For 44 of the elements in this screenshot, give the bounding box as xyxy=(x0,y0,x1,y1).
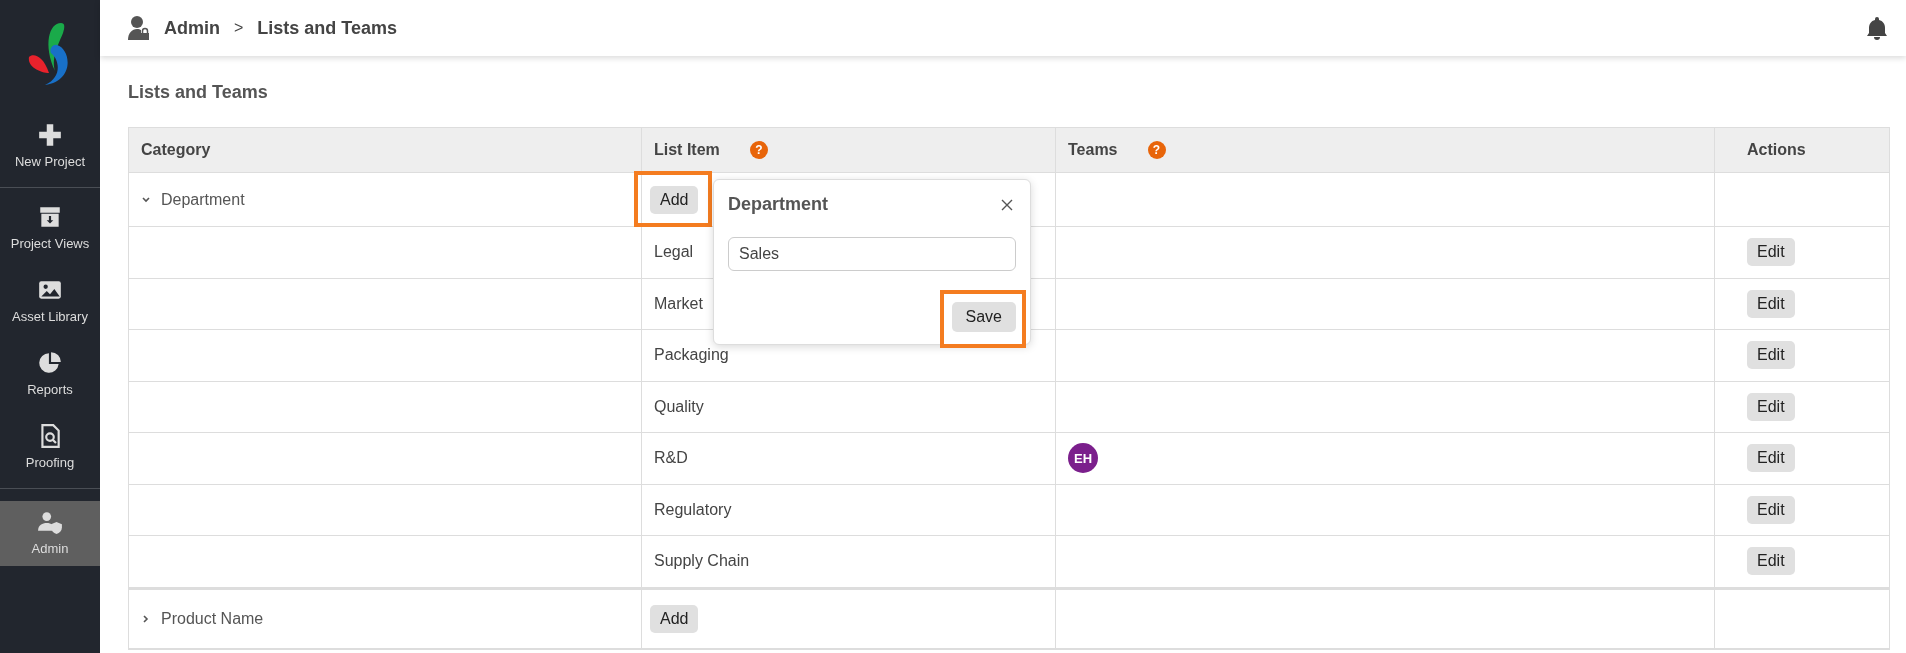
user-lock-icon xyxy=(128,15,150,41)
list-item-name: Supply Chain xyxy=(654,552,750,571)
team-avatar[interactable]: EH xyxy=(1068,443,1098,474)
column-header: List Item xyxy=(654,141,720,159)
column-header: Actions xyxy=(1747,141,1806,159)
plus-icon xyxy=(37,122,63,148)
category-name: Product Name xyxy=(161,609,264,628)
sidebar-item[interactable]: New Project xyxy=(0,110,100,183)
column-header: Category xyxy=(141,141,211,159)
column-header: Teams xyxy=(1068,141,1118,159)
edit-button[interactable]: Edit xyxy=(1747,495,1795,524)
sidebar-item[interactable]: Proofing xyxy=(0,411,100,484)
breadcrumb-item: Lists and Teams xyxy=(257,17,398,39)
edit-button[interactable]: Edit xyxy=(1747,341,1795,370)
list-item-name: Market xyxy=(654,294,703,313)
list-item-name: Legal xyxy=(654,243,694,262)
bell-icon[interactable] xyxy=(1866,16,1888,40)
sidebar-item[interactable]: Asset Library xyxy=(0,265,100,338)
list-item-name: R&D xyxy=(654,449,688,468)
save-button[interactable]: Save xyxy=(951,302,1016,332)
breadcrumb-item[interactable]: Admin xyxy=(164,17,220,39)
pie-chart-icon xyxy=(37,350,63,376)
add-button[interactable]: Add xyxy=(650,604,699,633)
archive-icon xyxy=(37,204,63,230)
list-item-name: Regulatory xyxy=(654,500,732,519)
chevron-down-icon[interactable] xyxy=(141,194,151,205)
breadcrumb-separator: > xyxy=(234,19,244,37)
edit-button[interactable]: Edit xyxy=(1747,238,1795,267)
sidebar-item[interactable]: Admin xyxy=(0,501,100,566)
add-button[interactable]: Add xyxy=(650,185,699,214)
popover-title: Department xyxy=(728,194,829,215)
page-title: Lists and Teams xyxy=(128,82,269,103)
category-name: Department xyxy=(161,190,245,209)
input-field[interactable]: Sales xyxy=(728,237,1016,271)
list-item-name: Packaging xyxy=(654,346,729,365)
chevron-right-icon[interactable] xyxy=(141,613,151,624)
sidebar-item[interactable]: Project Views xyxy=(0,192,100,265)
edit-button[interactable]: Edit xyxy=(1747,392,1795,421)
user-shield-icon xyxy=(37,509,63,535)
sidebar-item[interactable]: Reports xyxy=(0,338,100,411)
list-item-name: Quality xyxy=(654,397,704,416)
edit-button[interactable]: Edit xyxy=(1747,547,1795,576)
edit-button[interactable]: Edit xyxy=(1747,444,1795,473)
edit-button[interactable]: Edit xyxy=(1747,289,1795,318)
